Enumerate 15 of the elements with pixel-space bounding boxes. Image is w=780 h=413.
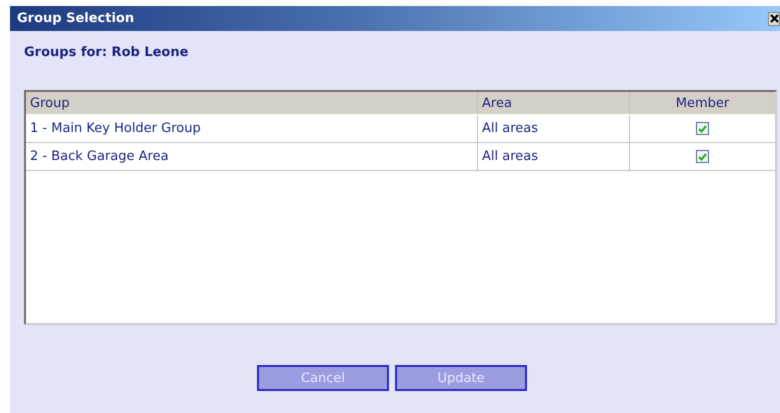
cancel-button[interactable]: Cancel <box>257 365 389 391</box>
column-header: Group <box>26 92 478 114</box>
table-cell: All areas <box>478 115 630 142</box>
update-button[interactable]: Update <box>395 365 527 391</box>
close-icon <box>770 14 778 23</box>
checkbox[interactable] <box>696 122 709 135</box>
column-header: Area <box>478 92 630 114</box>
heading: Groups for: Rob Leone <box>24 45 190 62</box>
close-button[interactable] <box>768 12 780 26</box>
column-header: Member <box>674 94 730 112</box>
table-cell: 1 - Main Key Holder Group <box>26 115 478 142</box>
table-cell: 2 - Back Garage Area <box>26 143 478 170</box>
checkbox[interactable] <box>696 150 709 163</box>
table-cell: All areas <box>478 143 630 170</box>
window-title: Group Selection <box>16 11 134 26</box>
